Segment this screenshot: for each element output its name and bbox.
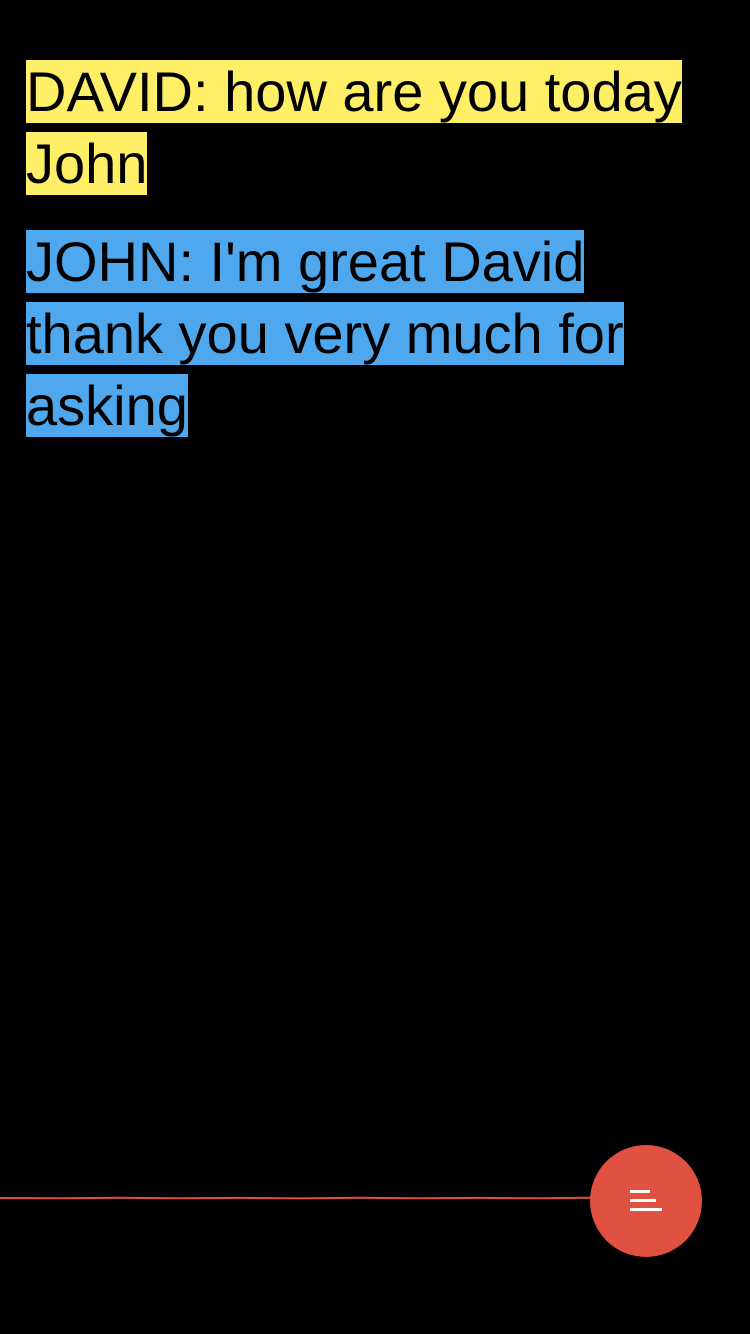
transcription-screen: DAVID: how are you today John JOHN: I'm … xyxy=(0,0,750,1334)
menu-fab-button[interactable] xyxy=(590,1145,702,1257)
utterance-text: JOHN: I'm great David thank you very muc… xyxy=(26,230,624,437)
utterance-text: DAVID: how are you today John xyxy=(26,60,682,195)
audio-waveform-line xyxy=(0,1196,600,1200)
transcript-list: DAVID: how are you today John JOHN: I'm … xyxy=(26,56,724,468)
menu-lines-icon xyxy=(630,1190,662,1211)
utterance-john: JOHN: I'm great David thank you very muc… xyxy=(26,226,724,442)
utterance-david: DAVID: how are you today John xyxy=(26,56,724,200)
